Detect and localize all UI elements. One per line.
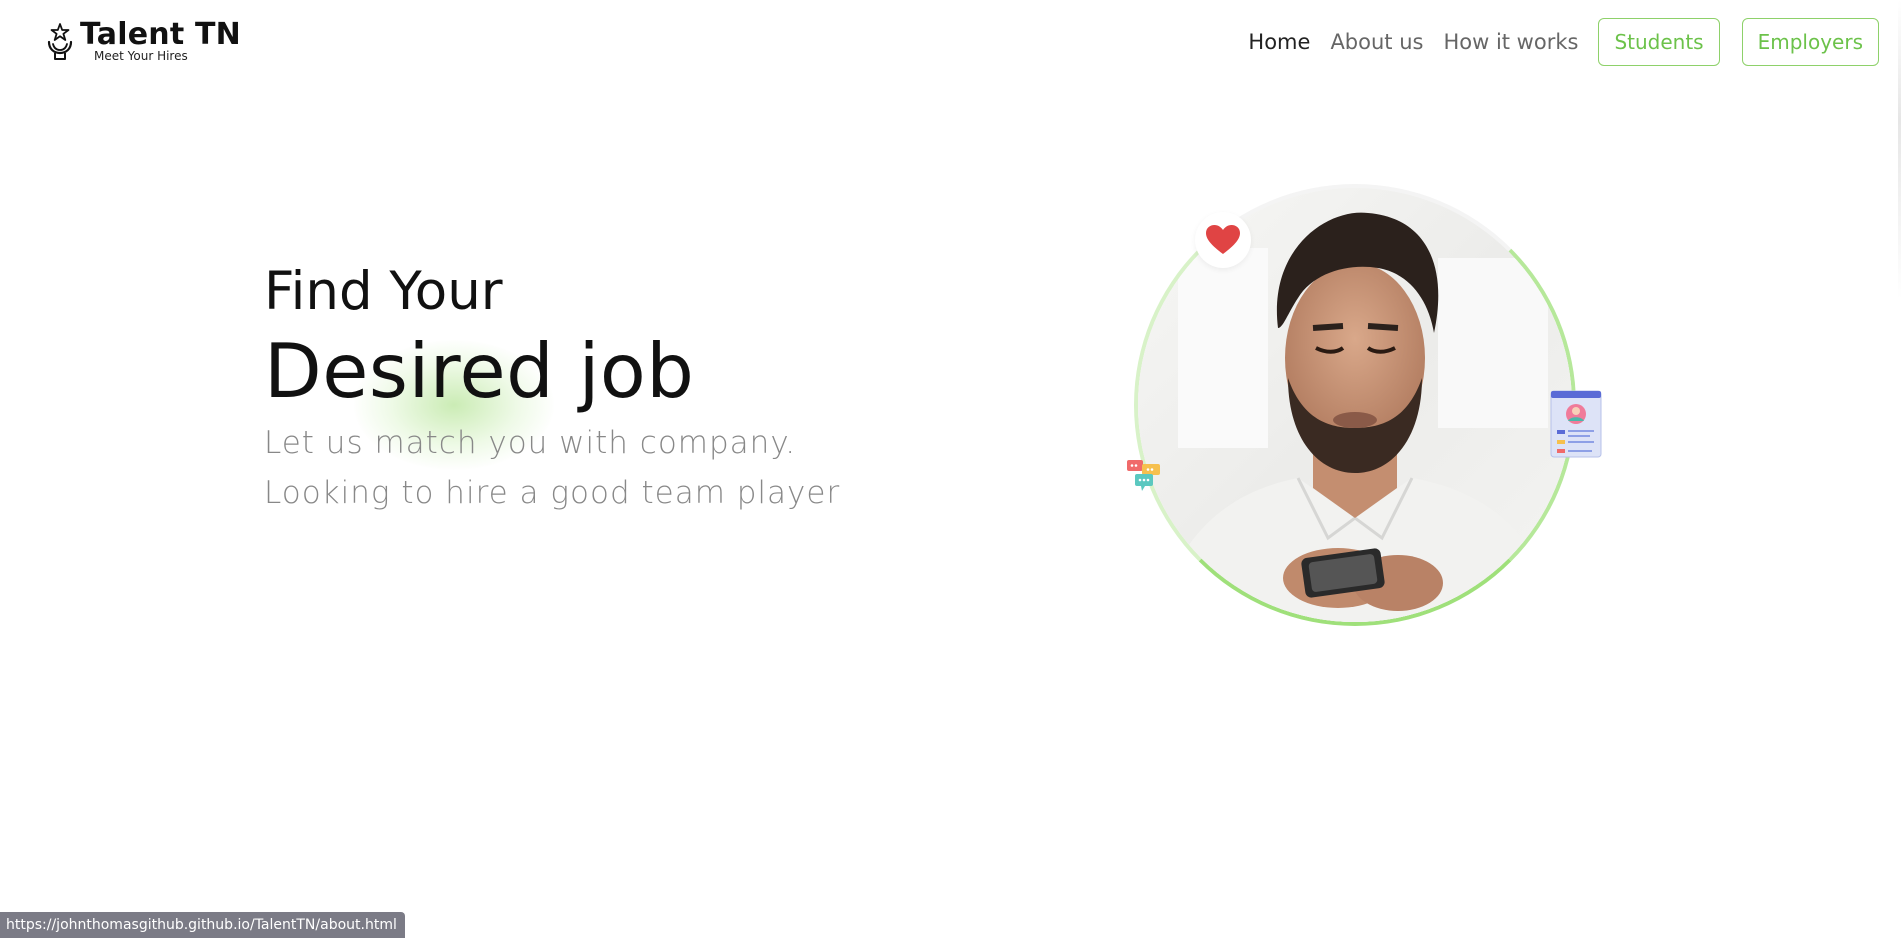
- heart-badge: [1195, 212, 1251, 268]
- hero-heading-line2: Desired job: [264, 327, 695, 415]
- hero-heading-line1: Find Your: [264, 261, 503, 322]
- logo[interactable]: Talent TN Meet Your Hires: [46, 18, 241, 62]
- nav-link-how-it-works[interactable]: How it works: [1443, 30, 1578, 54]
- link-status-bar: https://johnthomasgithub.github.io/Talen…: [0, 912, 405, 938]
- profile-card-icon: [1550, 390, 1602, 458]
- students-button[interactable]: Students: [1598, 18, 1720, 66]
- logo-title: Talent TN: [80, 17, 241, 52]
- star-hands-logo-icon: [47, 23, 73, 60]
- nav-link-about-us[interactable]: About us: [1330, 30, 1423, 54]
- hero-section: Find Your Desired job Let us match you w…: [264, 260, 840, 518]
- chat-bubbles-icon: [1127, 460, 1160, 491]
- nav-link-home[interactable]: Home: [1248, 30, 1310, 54]
- logo-tagline: Meet Your Hires: [94, 49, 188, 63]
- heart-icon: [1206, 225, 1240, 254]
- main-nav: Home About us How it works Students Empl…: [1248, 18, 1879, 66]
- page: Talent TN Meet Your Hires Home About us …: [0, 0, 1901, 938]
- employers-button[interactable]: Employers: [1741, 18, 1879, 66]
- hero-subtitle-line1: Let us match you with company.: [264, 425, 797, 461]
- hero-subtitle-line2: Looking to hire a good team player: [264, 475, 841, 511]
